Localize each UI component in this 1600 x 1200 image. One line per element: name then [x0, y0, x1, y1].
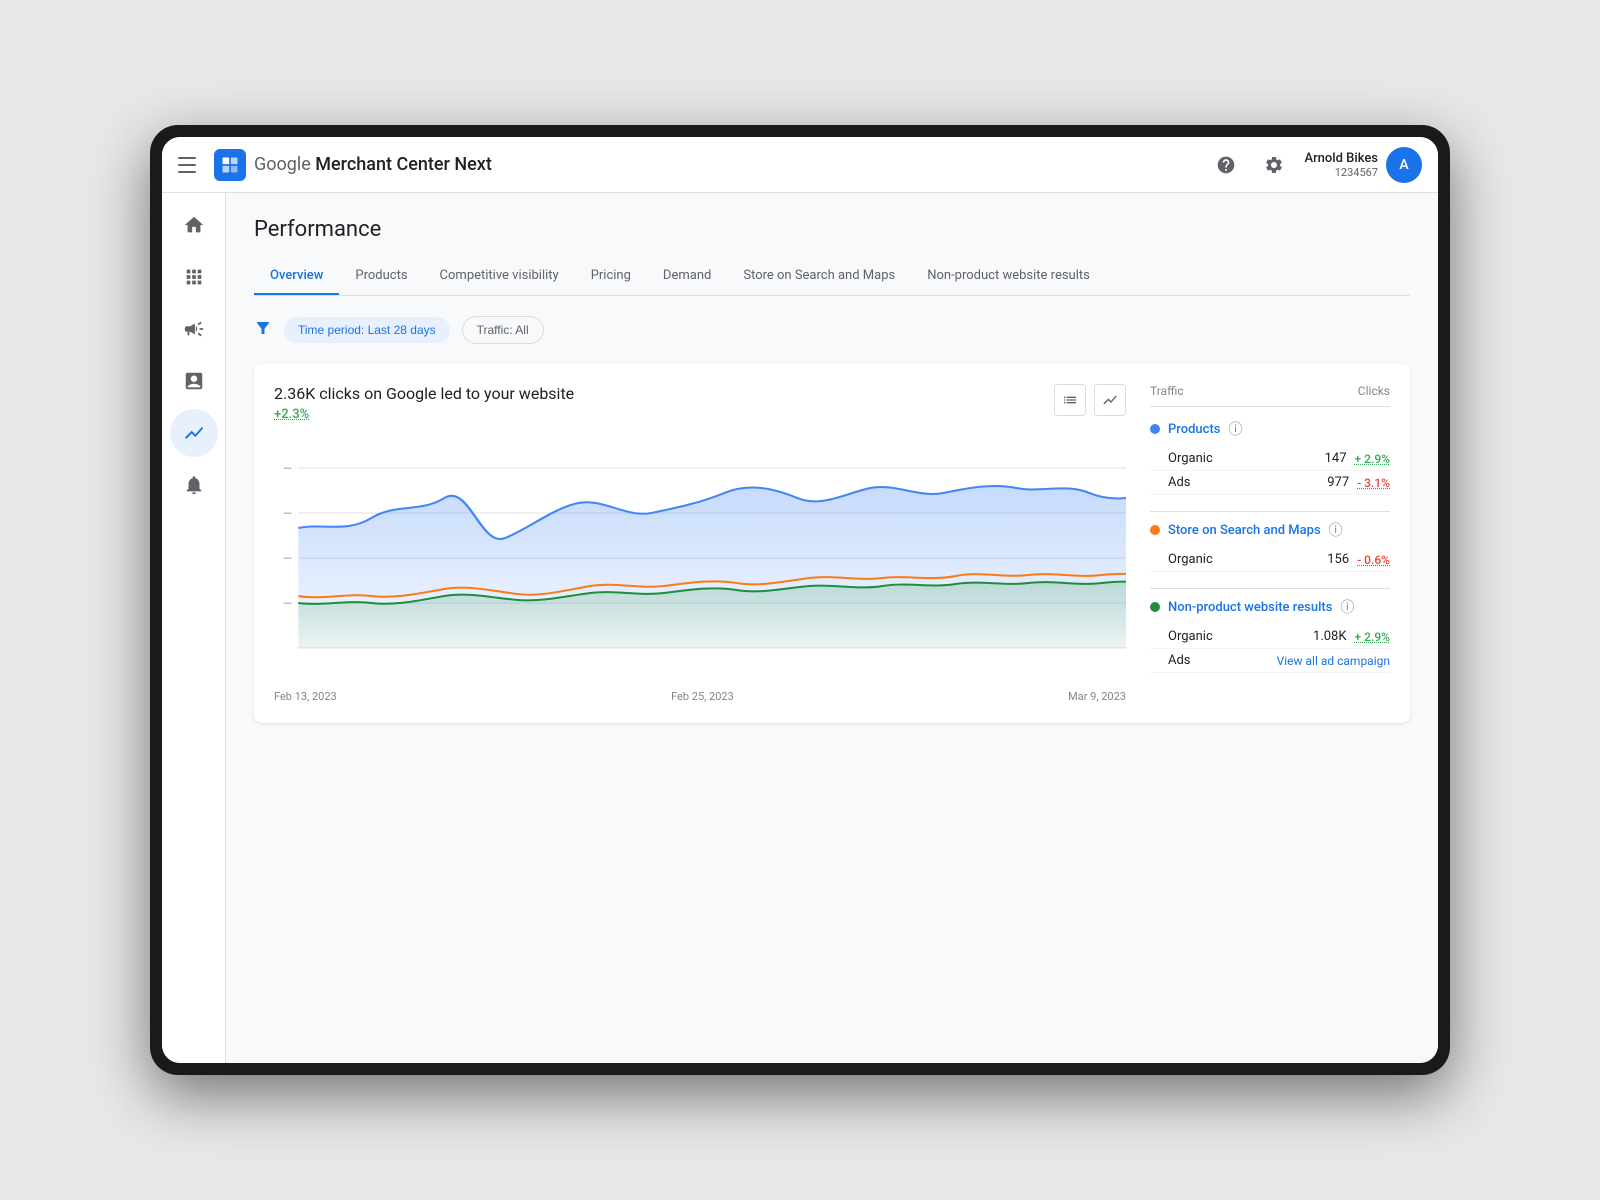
- svg-text:—: —: [283, 463, 293, 475]
- tab-store-search-maps[interactable]: Store on Search and Maps: [727, 258, 911, 295]
- chart-svg: — — — —: [274, 438, 1126, 678]
- change-nonproduct-organic: + 2.9%: [1355, 630, 1390, 644]
- settings-button[interactable]: [1256, 147, 1292, 183]
- chart-change: +2.3%: [274, 407, 574, 422]
- sidebar-item-notifications[interactable]: [170, 461, 218, 509]
- traffic-row-store-organic: Organic 156 - 0.6%: [1150, 548, 1390, 572]
- user-name: Arnold Bikes: [1304, 151, 1378, 166]
- change-products-ads: - 3.1%: [1357, 476, 1390, 490]
- user-text: Arnold Bikes 1234567: [1304, 151, 1378, 179]
- sidebar-item-reports[interactable]: [170, 357, 218, 405]
- tab-demand[interactable]: Demand: [647, 258, 727, 295]
- merchant-center-icon: [214, 149, 246, 181]
- dot-products: [1150, 424, 1160, 434]
- tab-non-product[interactable]: Non-product website results: [911, 258, 1106, 295]
- products-info-icon[interactable]: ⓘ: [1228, 419, 1242, 439]
- value-nonproduct-organic: 1.08K + 2.9%: [1313, 629, 1390, 644]
- top-bar-actions: Arnold Bikes 1234567 A: [1208, 147, 1422, 183]
- sidebar-item-campaigns[interactable]: [170, 305, 218, 353]
- date-mid: Feb 25, 2023: [671, 690, 734, 703]
- svg-text:—: —: [283, 598, 293, 610]
- dot-store: [1150, 525, 1160, 535]
- chart-title: 2.36K clicks on Google led to your websi…: [274, 384, 574, 403]
- label-products-ads: Ads: [1168, 475, 1191, 490]
- label-nonproduct-ads: Ads: [1168, 653, 1191, 668]
- tab-competitive[interactable]: Competitive visibility: [424, 258, 575, 295]
- tab-products[interactable]: Products: [339, 258, 423, 295]
- stats-header-traffic: Traffic: [1150, 384, 1184, 398]
- count-products-ads: 977: [1327, 475, 1349, 490]
- logo-text: Google Merchant Center Next: [254, 154, 492, 175]
- user-id: 1234567: [1304, 166, 1378, 179]
- store-link[interactable]: Store on Search and Maps: [1168, 523, 1321, 538]
- traffic-row-nonproduct-organic: Organic 1.08K + 2.9%: [1150, 625, 1390, 649]
- value-products-organic: 147 + 2.9%: [1325, 451, 1390, 466]
- tab-overview[interactable]: Overview: [254, 258, 339, 295]
- content-area: Performance Overview Products Competitiv…: [226, 193, 1438, 1063]
- sidebar: [162, 193, 226, 1063]
- value-store-organic: 156 - 0.6%: [1327, 552, 1390, 567]
- dot-nonproduct: [1150, 602, 1160, 612]
- svg-text:—: —: [283, 508, 293, 520]
- top-bar: Google Merchant Center Next: [162, 137, 1438, 193]
- chart-line-toggle[interactable]: [1094, 384, 1126, 416]
- chart-dates: Feb 13, 2023 Feb 25, 2023 Mar 9, 2023: [274, 690, 1126, 703]
- filter-icon: [254, 319, 272, 342]
- change-store-organic: - 0.6%: [1357, 553, 1390, 567]
- time-period-filter[interactable]: Time period: Last 28 days: [284, 317, 450, 343]
- traffic-section-store: Store on Search and Maps ⓘ Organic 156 -…: [1150, 520, 1390, 572]
- screen: Google Merchant Center Next: [162, 137, 1438, 1063]
- chart-area: 2.36K clicks on Google led to your websi…: [274, 384, 1126, 703]
- traffic-filter[interactable]: Traffic: All: [462, 316, 544, 344]
- chart-card: 2.36K clicks on Google led to your websi…: [254, 364, 1410, 723]
- page-title: Performance: [254, 217, 1410, 242]
- chart-controls: [1054, 384, 1126, 416]
- count-store-organic: 156: [1327, 552, 1349, 567]
- label-store-organic: Organic: [1168, 552, 1213, 567]
- logo-area: Google Merchant Center Next: [214, 149, 492, 181]
- menu-icon[interactable]: [178, 153, 202, 177]
- chart-area-toggle[interactable]: [1054, 384, 1086, 416]
- stats-header-clicks: Clicks: [1358, 384, 1390, 398]
- label-products-organic: Organic: [1168, 451, 1213, 466]
- count-products-organic: 147: [1325, 451, 1347, 466]
- nonproduct-link[interactable]: Non-product website results: [1168, 600, 1332, 615]
- filter-bar: Time period: Last 28 days Traffic: All: [254, 316, 1410, 344]
- traffic-row-products-ads: Ads 977 - 3.1%: [1150, 471, 1390, 495]
- divider-2: [1150, 588, 1390, 589]
- help-button[interactable]: [1208, 147, 1244, 183]
- tab-pricing[interactable]: Pricing: [575, 258, 647, 295]
- svg-text:—: —: [283, 553, 293, 565]
- traffic-row-nonproduct-ads: Ads View all ad campaign: [1150, 649, 1390, 673]
- traffic-section-nonproduct: Non-product website results ⓘ Organic 1.…: [1150, 597, 1390, 673]
- stats-panel: Traffic Clicks Products ⓘ Organic: [1150, 384, 1390, 703]
- traffic-label-products: Products ⓘ: [1150, 419, 1390, 439]
- products-link[interactable]: Products: [1168, 422, 1220, 437]
- sidebar-item-products[interactable]: [170, 253, 218, 301]
- tabs: Overview Products Competitive visibility…: [254, 258, 1410, 296]
- divider-1: [1150, 511, 1390, 512]
- nonproduct-info-icon[interactable]: ⓘ: [1340, 597, 1354, 617]
- date-start: Feb 13, 2023: [274, 690, 337, 703]
- traffic-row-products-organic: Organic 147 + 2.9%: [1150, 447, 1390, 471]
- traffic-label-nonproduct: Non-product website results ⓘ: [1150, 597, 1390, 617]
- main-layout: Performance Overview Products Competitiv…: [162, 193, 1438, 1063]
- value-products-ads: 977 - 3.1%: [1327, 475, 1390, 490]
- label-nonproduct-organic: Organic: [1168, 629, 1213, 644]
- view-all-campaign-link[interactable]: View all ad campaign: [1277, 654, 1390, 668]
- sidebar-item-home[interactable]: [170, 201, 218, 249]
- date-end: Mar 9, 2023: [1068, 690, 1126, 703]
- change-products-organic: + 2.9%: [1355, 452, 1390, 466]
- user-info: Arnold Bikes 1234567 A: [1304, 147, 1422, 183]
- traffic-section-products: Products ⓘ Organic 147 + 2.9%: [1150, 419, 1390, 495]
- device-frame: Google Merchant Center Next: [150, 125, 1450, 1075]
- traffic-label-store: Store on Search and Maps ⓘ: [1150, 520, 1390, 540]
- value-nonproduct-ads: View all ad campaign: [1277, 654, 1390, 668]
- stats-header: Traffic Clicks: [1150, 384, 1390, 407]
- store-info-icon[interactable]: ⓘ: [1329, 520, 1343, 540]
- sidebar-item-performance[interactable]: [170, 409, 218, 457]
- user-avatar[interactable]: A: [1386, 147, 1422, 183]
- count-nonproduct-organic: 1.08K: [1313, 629, 1347, 644]
